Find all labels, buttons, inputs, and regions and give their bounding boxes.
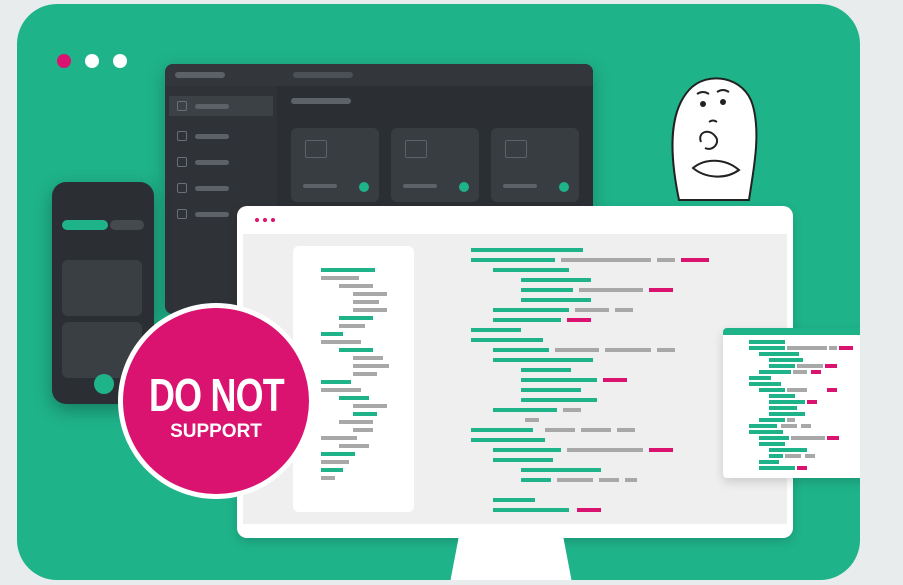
badge-subtitle: SUPPORT [170,420,262,442]
window-dots-icon [57,54,127,68]
app-tiles [291,128,579,202]
monitor-stand [449,536,573,580]
thinking-character-illustration [671,77,758,201]
code-area [243,234,787,524]
monitor-code-editor [237,206,793,580]
badge-title: DO NOT [148,368,285,421]
code-snippet-window [723,328,860,478]
do-not-support-badge: DO NOT SUPPORT [118,303,314,499]
app-header [165,64,593,86]
illustration-card: DO NOT SUPPORT [17,4,860,580]
